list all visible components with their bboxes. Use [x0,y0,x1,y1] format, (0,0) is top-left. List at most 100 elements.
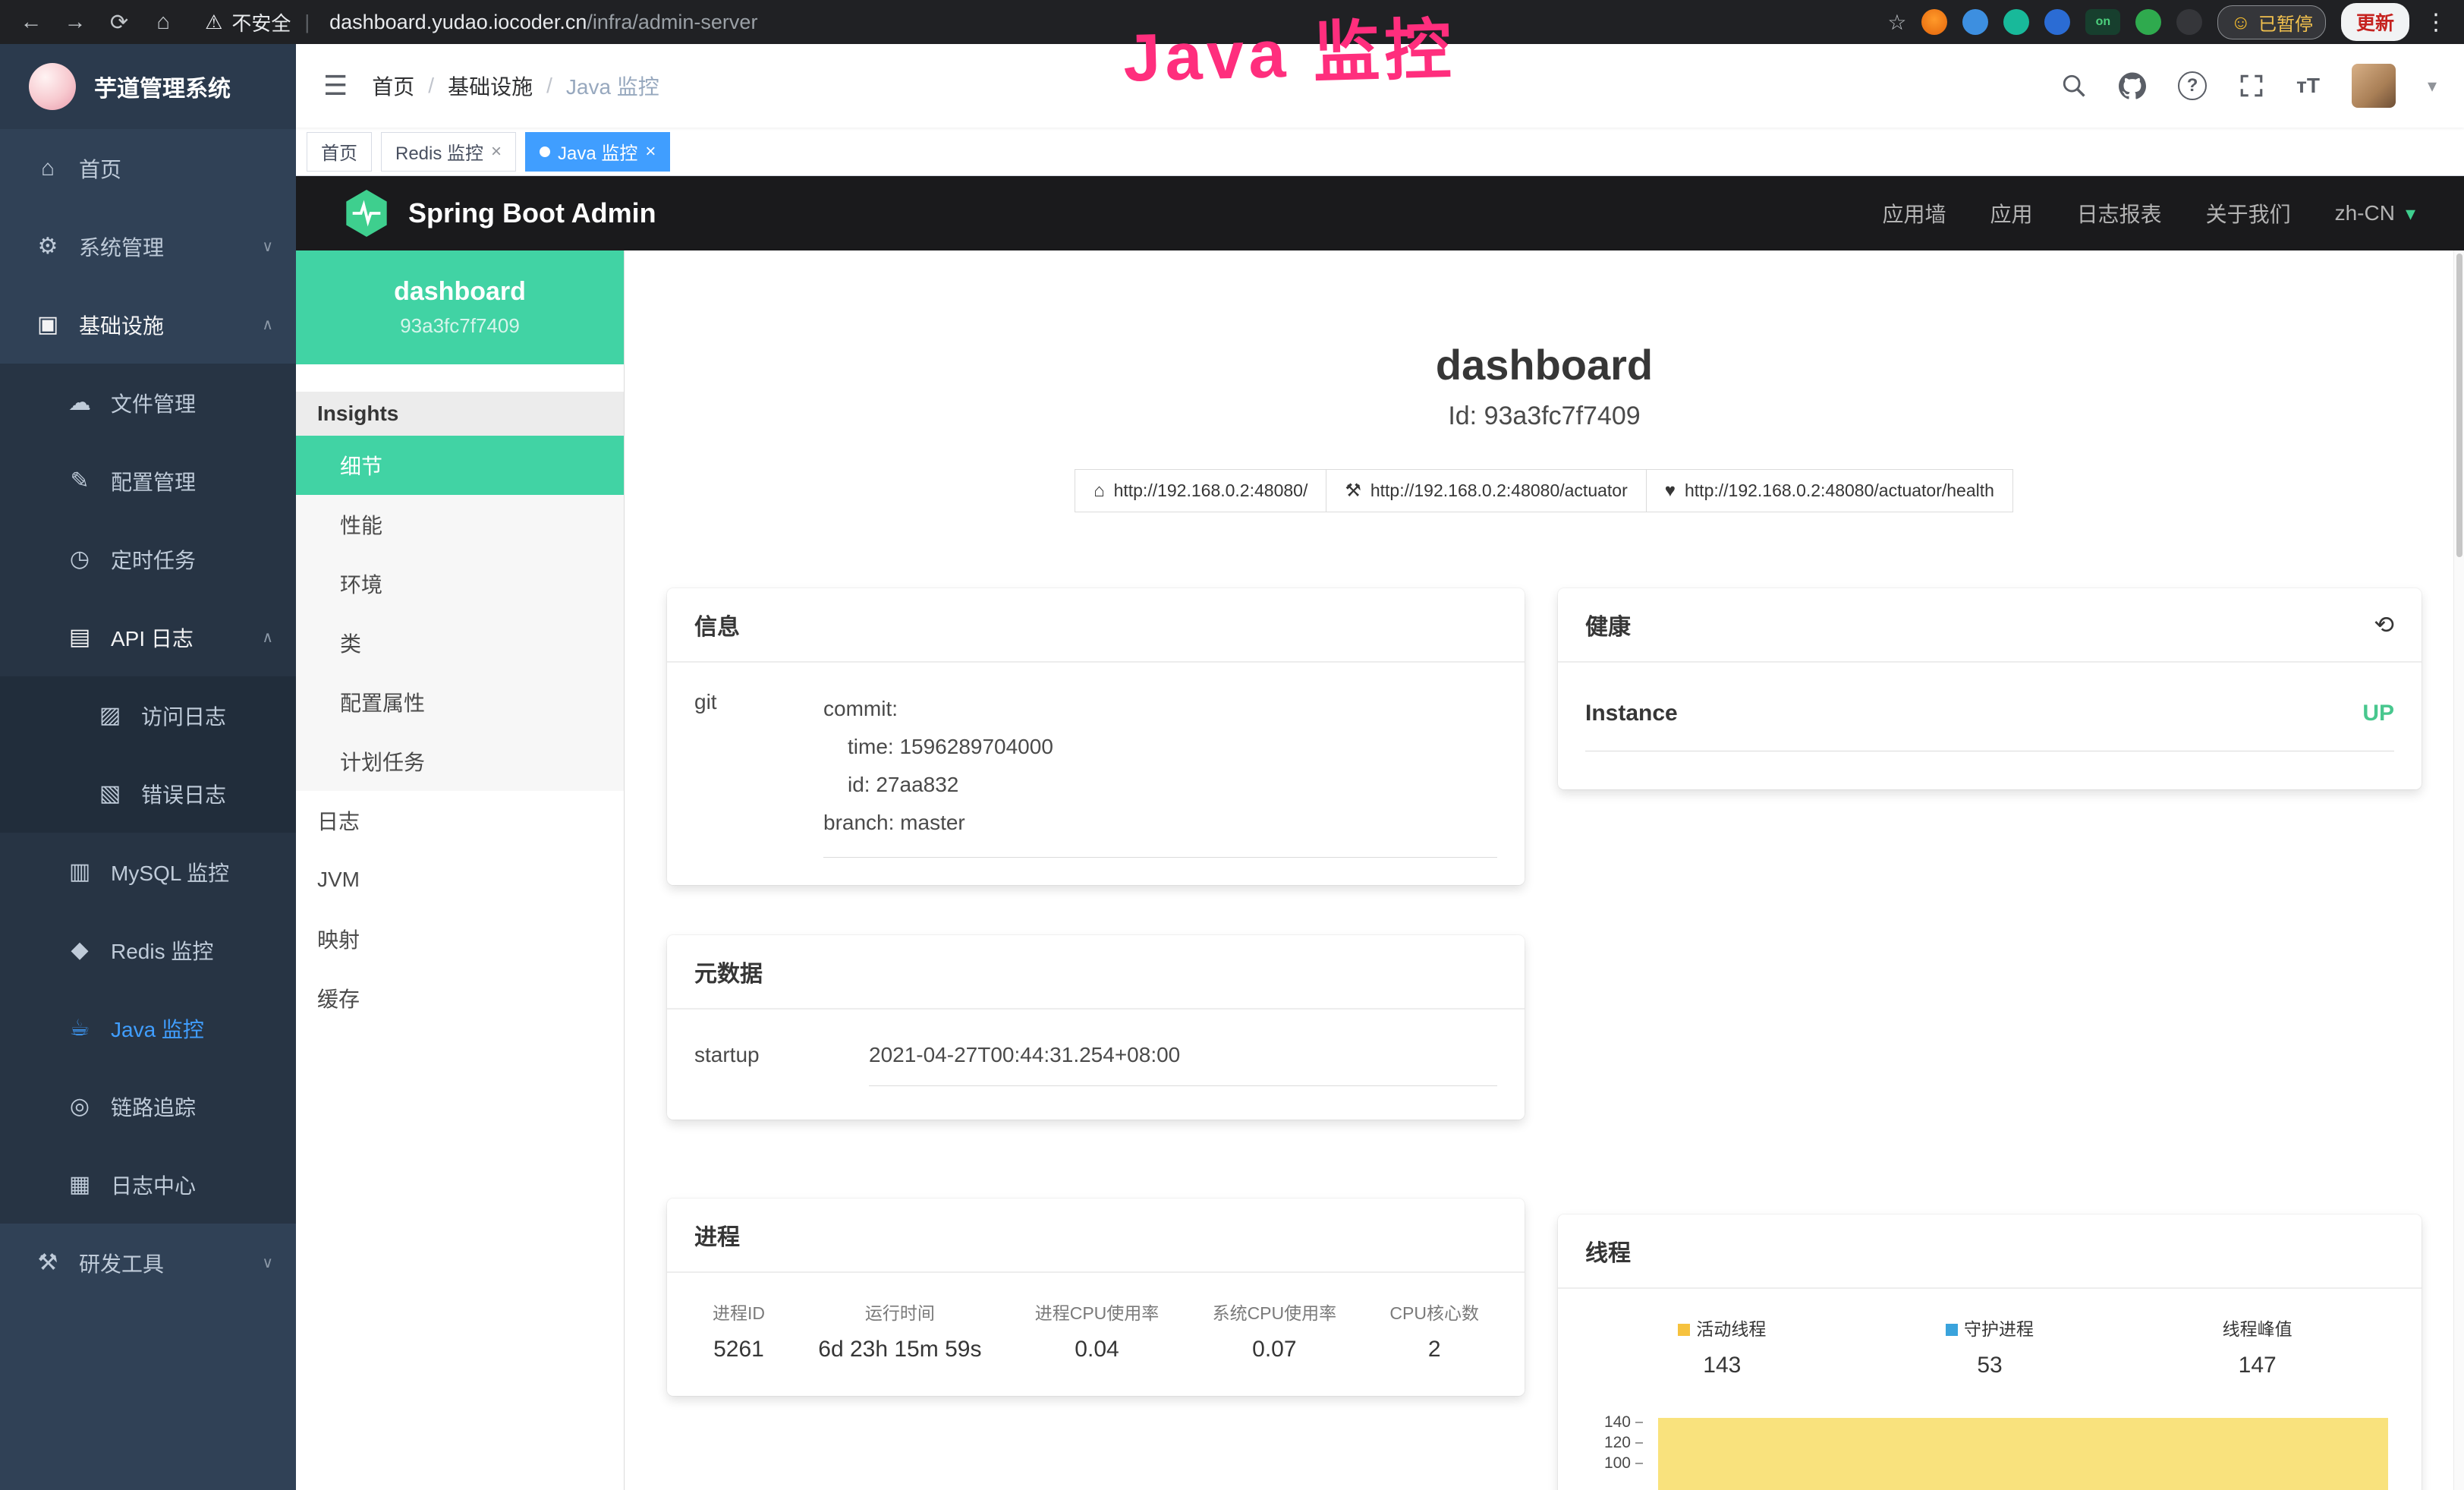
sidebar-item-redis-monitor[interactable]: ◆ Redis 监控 [0,911,296,989]
tab-java-monitor[interactable]: Java 监控 × [525,132,670,172]
extension-fox-icon[interactable] [1921,9,1947,35]
sba-nav-journal[interactable]: 日志报表 [2077,198,2162,228]
sidebar-item-config-management[interactable]: ✎ 配置管理 [0,442,296,520]
health-card-header: 健康 ⟲ [1558,588,2422,663]
browser-home-icon[interactable]: ⌂ [149,10,178,35]
sidebar-item-system[interactable]: ⚙ 系统管理 ∨ [0,207,296,285]
tab-redis-monitor[interactable]: Redis 监控 × [381,132,516,172]
page-title: dashboard [667,340,2422,389]
fullscreen-icon[interactable] [2239,73,2264,99]
browser-menu-icon[interactable]: ⋮ [2425,9,2447,36]
health-url-link[interactable]: ♥ http://192.168.0.2:48080/actuator/heal… [1646,469,2013,512]
sidebar-item-logs[interactable]: 日志 [296,791,624,850]
sba-body: dashboard 93a3fc7f7409 Insights 细节 性能 环境… [296,250,2464,1490]
search-icon[interactable] [2061,73,2087,99]
spring-boot-admin-logo[interactable] [345,190,389,237]
breadcrumb-infrastructure[interactable]: 基础设施 [448,71,533,101]
browser-reload-icon[interactable]: ⟳ [105,9,134,36]
actuator-url-link[interactable]: ⚒ http://192.168.0.2:48080/actuator [1326,469,1646,512]
extension-grid-icon[interactable] [2044,9,2070,35]
cards-columns: 信息 git commit: time: 1596289704000 id: 2… [667,588,2422,1490]
sidebar-item-dev-tools[interactable]: ⚒ 研发工具 ∨ [0,1224,296,1302]
extension-drop-icon[interactable] [1962,9,1988,35]
metadata-key: startup [694,1043,869,1086]
user-avatar[interactable] [2352,64,2396,108]
info-key: git [694,690,823,858]
extensions-puzzle-icon[interactable] [2176,9,2202,35]
url-host: dashboard.yudao.iocoder.cn [329,11,587,33]
bookmark-star-icon[interactable]: ☆ [1887,10,1906,35]
sidebar-item-java-monitor[interactable]: ☕ Java 监控 [0,989,296,1067]
sidebar-item-access-logs[interactable]: ▨ 访问日志 [0,676,296,754]
sidebar-item-jvm[interactable]: JVM [296,850,624,909]
github-icon[interactable] [2119,72,2146,99]
sidebar-logo[interactable]: 芋道管理系统 [0,44,296,129]
browser-back-icon[interactable]: ← [17,10,46,35]
sidebar-item-log-center[interactable]: ▦ 日志中心 [0,1145,296,1224]
extension-on-badge[interactable]: on [2085,9,2120,35]
breadcrumb-home[interactable]: 首页 [372,71,414,101]
sidebar-item-infrastructure[interactable]: ▣ 基础设施 ∧ [0,285,296,364]
health-card-body: Instance UP [1558,663,2422,789]
sidebar-item-config-props[interactable]: 配置属性 [296,673,624,732]
service-url-link[interactable]: ⌂ http://192.168.0.2:48080/ [1075,469,1326,512]
vertical-scrollbar[interactable] [2453,250,2464,1490]
sidebar-item-environment[interactable]: 环境 [296,554,624,613]
sidebar-item-details[interactable]: 细节 [296,436,624,495]
app-title: 芋道管理系统 [94,70,231,103]
health-instance-row[interactable]: Instance UP [1585,701,2394,751]
health-card-title: 健康 [1585,608,1631,641]
site-security-info[interactable]: ⚠ 不安全 | [205,8,314,36]
sidebar-item-classes[interactable]: 类 [296,613,624,673]
extension-leaf-icon[interactable] [2135,9,2161,35]
sidebar-item-scheduled-jobs[interactable]: ◷ 定时任务 [0,520,296,598]
chrome-update-button[interactable]: 更新 [2341,3,2409,41]
git-commit-line: commit: [823,690,1497,728]
instance-header[interactable]: dashboard 93a3fc7f7409 [296,250,624,364]
heartbeat-icon: ♥ [1665,480,1676,502]
profile-paused-badge[interactable]: ☺ 已暂停 [2217,5,2326,39]
extension-teal-icon[interactable] [2003,9,2029,35]
close-icon[interactable]: × [645,141,656,162]
address-bar[interactable]: dashboard.yudao.iocoder.cn/infra/admin-s… [329,11,757,34]
sidebar-item-mysql-monitor[interactable]: ▥ MySQL 监控 [0,833,296,911]
scrollbar-thumb[interactable] [2456,254,2462,557]
sidebar-item-home[interactable]: ⌂ 首页 [0,129,296,207]
avatar-caret-icon[interactable]: ▾ [2428,75,2437,97]
help-icon[interactable]: ? [2178,71,2207,100]
grid-icon: ▦ [65,1171,94,1198]
sidebar-item-error-logs[interactable]: ▧ 错误日志 [0,754,296,833]
sidebar-item-api-logs[interactable]: ▤ API 日志 ∧ [0,598,296,676]
sba-brand-title[interactable]: Spring Boot Admin [408,197,656,229]
url-path: /infra/admin-server [587,11,757,33]
legend-label: 线程峰值 [2223,1319,2292,1339]
close-icon[interactable]: × [491,141,502,162]
link-label: http://192.168.0.2:48080/actuator [1370,480,1628,501]
security-warning-label: 不安全 [231,8,291,36]
process-col-label: CPU核心数 [1389,1299,1479,1325]
sba-nav-about[interactable]: 关于我们 [2206,198,2291,228]
font-size-icon[interactable]: тT [2296,74,2320,98]
info-card-body: git commit: time: 1596289704000 id: 27aa… [667,663,1525,885]
sidebar-item-file-management[interactable]: ☁ 文件管理 [0,364,296,442]
instance-details-content: dashboard Id: 93a3fc7f7409 ⌂ http://192.… [625,250,2464,1490]
instance-id: 93a3fc7f7409 [400,314,520,338]
process-card: 进程 进程ID 5261 运行时间 6d 23h 15m 59s [667,1199,1525,1396]
threads-area-chart: 140 120 100 [1588,1418,2391,1490]
tab-home[interactable]: 首页 [307,132,372,172]
browser-forward-icon[interactable]: → [61,10,90,35]
locale-selector[interactable]: zh-CN ▾ [2335,201,2415,225]
sidebar-item-trace[interactable]: ◎ 链路追踪 [0,1067,296,1145]
sidebar-item-caches[interactable]: 缓存 [296,969,624,1028]
hamburger-icon[interactable]: ☰ [323,70,348,102]
sidebar-item-label: MySQL 监控 [111,857,229,887]
sidebar-item-mappings[interactable]: 映射 [296,909,624,969]
home-icon: ⌂ [33,156,62,181]
sidebar-item-metrics[interactable]: 性能 [296,495,624,554]
sidebar-item-scheduled-tasks[interactable]: 计划任务 [296,732,624,791]
history-icon[interactable]: ⟲ [2374,610,2394,639]
sba-nav-wallboard[interactable]: 应用墙 [1883,198,1946,228]
process-card-body: 进程ID 5261 运行时间 6d 23h 15m 59s 进程CPU使用率 0… [667,1273,1525,1396]
breadcrumb-separator: / [428,74,434,98]
sba-nav-applications[interactable]: 应用 [1990,198,2033,228]
